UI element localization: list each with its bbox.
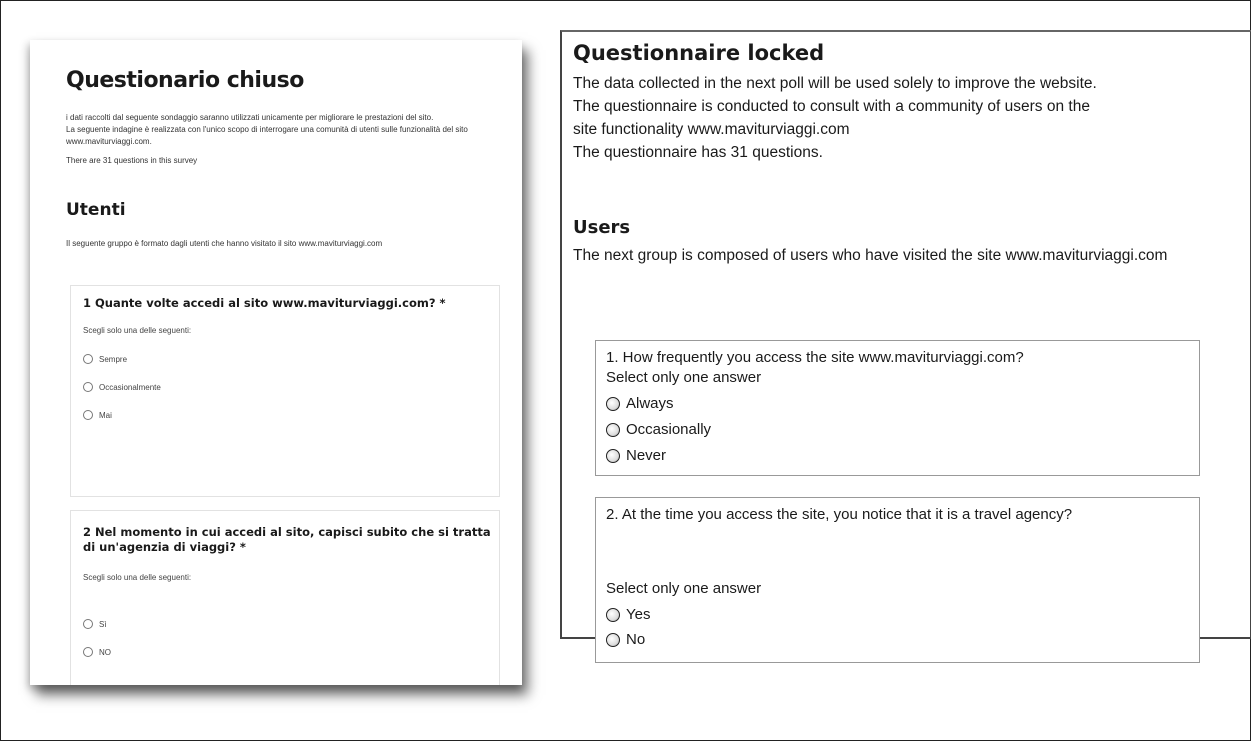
radio-icon[interactable]	[83, 619, 93, 629]
radio-icon[interactable]	[606, 608, 620, 622]
option-always[interactable]: Always	[606, 393, 674, 415]
italian-page-title: Questionario chiuso	[66, 68, 304, 93]
radio-icon[interactable]	[606, 423, 620, 437]
option-mai[interactable]: Mai	[83, 410, 112, 420]
question-hint: Scegli solo una delle seguenti:	[83, 326, 192, 335]
option-label: Mai	[99, 410, 112, 420]
english-description-line: The questionnaire is conducted to consul…	[573, 98, 1090, 115]
question-hint: Select only one answer	[606, 580, 762, 597]
english-question-2: 2. At the time you access the site, you …	[595, 497, 1200, 663]
question-title: 1 Quante volte accedi al sito www.mavitu…	[83, 296, 446, 310]
english-question-1: 1. How frequently you access the site ww…	[595, 340, 1200, 476]
option-label: No	[626, 631, 646, 648]
english-description: The data collected in the next poll will…	[573, 72, 1243, 164]
option-sempre[interactable]: Sempre	[83, 354, 127, 364]
option-label: NO	[99, 647, 111, 657]
radio-icon[interactable]	[606, 397, 620, 411]
option-occasionally[interactable]: Occasionally	[606, 419, 711, 441]
question-title: 2 Nel momento in cui accedi al sito, cap…	[83, 525, 491, 554]
option-no[interactable]: NO	[83, 647, 111, 657]
italian-description-line: i dati raccolti dal seguente sondaggio s…	[66, 113, 434, 122]
option-label: Never	[626, 447, 667, 464]
option-label: Always	[626, 395, 674, 412]
italian-question-count: There are 31 questions in this survey	[66, 156, 198, 165]
option-si[interactable]: Sì	[83, 619, 107, 629]
option-yes[interactable]: Yes	[606, 604, 650, 626]
italian-question-1: 1 Quante volte accedi al sito www.mavitu…	[70, 285, 500, 497]
english-page-title: Questionnaire locked	[573, 41, 825, 65]
italian-description-line: www.maviturviaggi.com.	[66, 137, 152, 146]
radio-icon[interactable]	[83, 410, 93, 420]
radio-icon[interactable]	[83, 382, 93, 392]
option-occasionalmente[interactable]: Occasionalmente	[83, 382, 161, 392]
question-hint: Select only one answer	[606, 369, 762, 386]
option-never[interactable]: Never	[606, 445, 666, 467]
italian-survey-page: Questionario chiuso i dati raccolti dal …	[30, 40, 522, 685]
option-no[interactable]: No	[606, 629, 645, 651]
english-description-line: The data collected in the next poll will…	[573, 75, 1097, 92]
italian-description: i dati raccolti dal seguente sondaggio s…	[66, 112, 486, 148]
radio-icon[interactable]	[83, 354, 93, 364]
option-label: Sempre	[99, 354, 128, 364]
english-section-title: Users	[573, 217, 631, 238]
italian-section-title: Utenti	[66, 200, 126, 220]
option-label: Sì	[99, 619, 107, 629]
italian-question-2: 2 Nel momento in cui accedi al sito, cap…	[70, 510, 500, 685]
option-label: Yes	[626, 606, 651, 623]
italian-description-line: La seguente indagine è realizzata con l'…	[66, 125, 468, 134]
english-description-line: The questionnaire has 31 questions.	[573, 144, 823, 161]
radio-icon[interactable]	[606, 633, 620, 647]
option-label: Occasionally	[626, 421, 712, 438]
english-section-description: The next group is composed of users who …	[573, 247, 1168, 264]
radio-icon[interactable]	[83, 647, 93, 657]
question-title: 1. How frequently you access the site ww…	[606, 349, 1024, 366]
english-description-line: site functionality www.maviturviaggi.com	[573, 121, 850, 138]
italian-section-description: Il seguente gruppo è formato dagli utent…	[66, 239, 383, 248]
radio-icon[interactable]	[606, 449, 620, 463]
question-title: 2. At the time you access the site, you …	[606, 506, 1073, 523]
option-label: Occasionalmente	[99, 382, 161, 392]
question-hint: Scegli solo una delle seguenti:	[83, 573, 192, 582]
